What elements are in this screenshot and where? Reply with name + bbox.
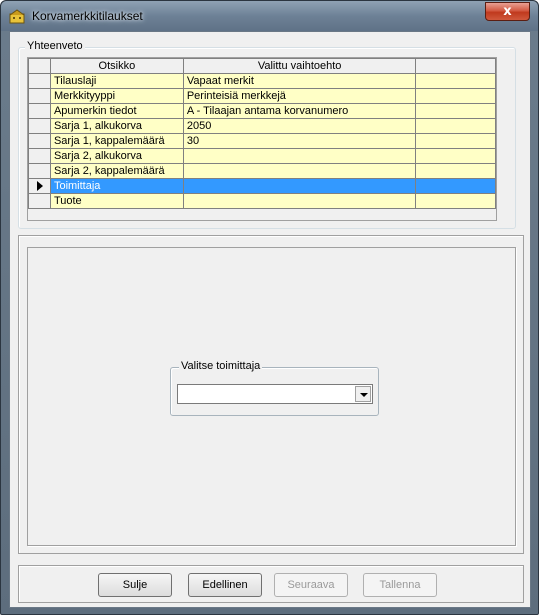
close-icon: x [503, 4, 512, 19]
cell-valittu[interactable]: Perinteisiä merkkejä [182, 88, 417, 104]
client-area: Yhteenveto Otsikko Valittu vaihtoehto Ti… [9, 31, 531, 608]
cell-valittu[interactable] [182, 193, 417, 209]
cell-extra[interactable] [415, 73, 496, 89]
cell-otsikko[interactable]: Sarja 2, alkukorva [49, 148, 184, 164]
table-row[interactable]: Apumerkin tiedot A - Tilaajan antama korv… [28, 103, 496, 119]
table-row[interactable]: Sarja 1, alkukorva 2050 [28, 118, 496, 134]
close-button[interactable]: Sulje [98, 573, 172, 597]
row-selector[interactable] [28, 118, 51, 134]
row-selector[interactable] [28, 73, 51, 89]
cell-valittu[interactable]: 2050 [182, 118, 417, 134]
row-selector[interactable] [28, 178, 51, 194]
cell-valittu[interactable]: 30 [182, 133, 417, 149]
supplier-combobox[interactable] [177, 384, 373, 404]
supplier-legend: Valitse toimittaja [179, 360, 263, 372]
save-button[interactable]: Tallenna [363, 573, 437, 597]
row-selector[interactable] [28, 148, 51, 164]
cell-extra[interactable] [415, 163, 496, 179]
cell-extra[interactable] [415, 88, 496, 104]
app-window: Korvamerkkitilaukset x Yhteenveto Otsikk… [0, 0, 539, 615]
cell-otsikko[interactable]: Tilauslaji [49, 73, 184, 89]
row-selector-header [28, 58, 51, 74]
app-icon [9, 9, 25, 24]
table-row[interactable]: Sarja 1, kappalemäärä 30 [28, 133, 496, 149]
title-bar[interactable]: Korvamerkkitilaukset x [1, 1, 538, 31]
window-title: Korvamerkkitilaukset [32, 9, 143, 23]
cell-valittu[interactable] [182, 148, 417, 164]
row-selector[interactable] [28, 133, 51, 149]
cell-otsikko[interactable]: Apumerkin tiedot [49, 103, 184, 119]
column-header-otsikko[interactable]: Otsikko [49, 58, 184, 74]
table-row[interactable]: Merkkityyppi Perinteisiä merkkejä [28, 88, 496, 104]
summary-legend: Yhteenveto [25, 40, 85, 52]
summary-grid[interactable]: Otsikko Valittu vaihtoehto Tilauslaji Vap… [27, 57, 497, 221]
table-row[interactable]: Tuote [28, 193, 496, 209]
table-row[interactable]: Sarja 2, kappalemäärä [28, 163, 496, 179]
row-selector[interactable] [28, 103, 51, 119]
cell-valittu[interactable]: A - Tilaajan antama korvanumero [182, 103, 417, 119]
cell-extra[interactable] [415, 148, 496, 164]
row-selector[interactable] [28, 88, 51, 104]
chevron-down-icon[interactable] [355, 386, 371, 402]
table-row[interactable]: Sarja 2, alkukorva [28, 148, 496, 164]
cell-valittu[interactable]: Vapaat merkit [182, 73, 417, 89]
cell-otsikko[interactable]: Sarja 2, kappalemäärä [49, 163, 184, 179]
close-window-button[interactable]: x [485, 2, 530, 21]
cell-otsikko[interactable]: Tuote [49, 193, 184, 209]
cell-extra[interactable] [415, 193, 496, 209]
row-selector[interactable] [28, 163, 51, 179]
current-row-arrow-icon [37, 181, 43, 191]
row-selector[interactable] [28, 193, 51, 209]
next-button[interactable]: Seuraava [274, 573, 348, 597]
table-row[interactable]: Tilauslaji Vapaat merkit [28, 73, 496, 89]
cell-extra[interactable] [415, 178, 496, 194]
cell-extra[interactable] [415, 103, 496, 119]
column-header-extra[interactable] [415, 58, 496, 74]
cell-otsikko[interactable]: Toimittaja [49, 178, 184, 194]
column-header-valittu[interactable]: Valittu vaihtoehto [182, 58, 417, 74]
cell-extra[interactable] [415, 133, 496, 149]
table-row[interactable]: Toimittaja [28, 178, 496, 194]
table-header-row: Otsikko Valittu vaihtoehto [28, 58, 496, 74]
cell-otsikko[interactable]: Sarja 1, alkukorva [49, 118, 184, 134]
previous-button[interactable]: Edellinen [188, 573, 262, 597]
cell-extra[interactable] [415, 118, 496, 134]
cell-otsikko[interactable]: Merkkityyppi [49, 88, 184, 104]
summary-table: Otsikko Valittu vaihtoehto Tilauslaji Vap… [28, 58, 496, 209]
cell-valittu[interactable] [182, 178, 417, 194]
cell-valittu[interactable] [182, 163, 417, 179]
cell-otsikko[interactable]: Sarja 1, kappalemäärä [49, 133, 184, 149]
button-bar: Sulje Edellinen Seuraava Tallenna [18, 565, 524, 603]
